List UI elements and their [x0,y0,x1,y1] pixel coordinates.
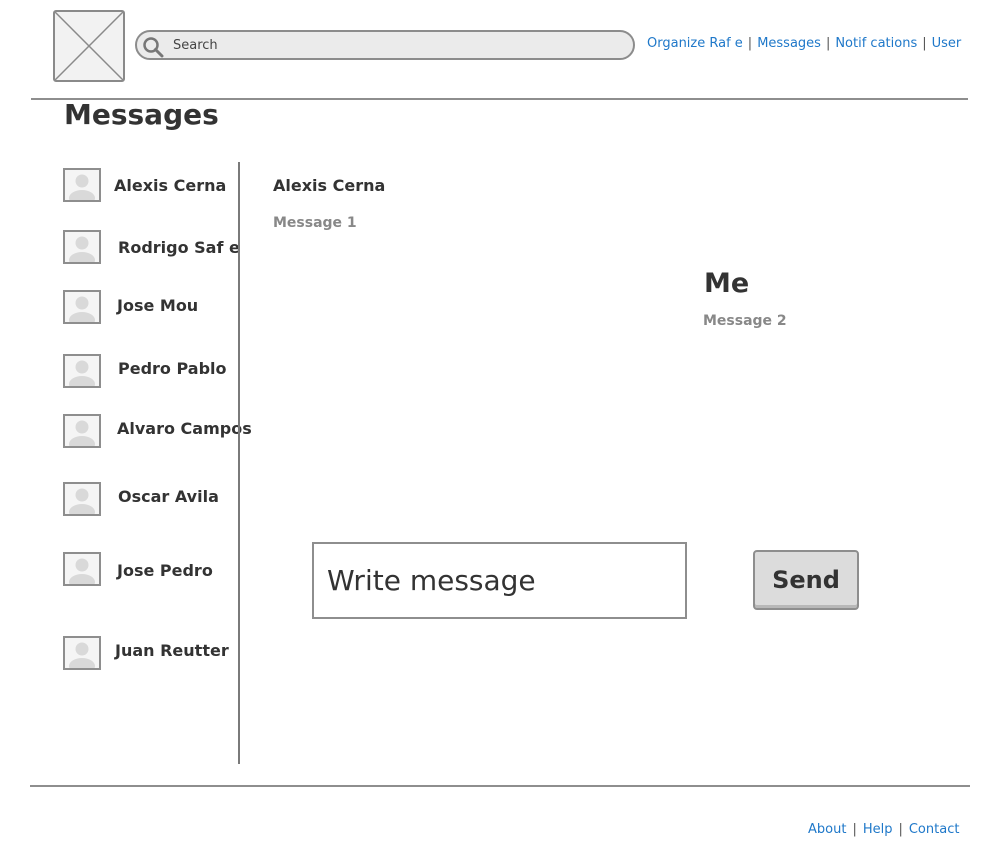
avatar [63,230,101,264]
user-icon [69,174,95,200]
user-icon [69,642,95,668]
image-placeholder-icon [55,12,123,80]
user-icon [69,420,95,446]
outgoing-message: Message 2 [703,313,787,329]
nav-link-notifications[interactable]: Notif cations [835,36,917,51]
footer-link-help[interactable]: Help [863,822,893,837]
nav-separator: | [825,36,831,51]
sidebar-divider [238,162,240,764]
footer-link-about[interactable]: About [808,822,846,837]
footer-separator: | [852,822,857,837]
contact-name: Jose Pedro [117,561,213,580]
search-input[interactable] [173,34,613,56]
nav-separator: | [922,36,927,51]
user-icon [69,236,95,262]
contact-name: Oscar Avila [118,487,219,506]
me-label: Me [704,268,750,299]
search-icon [143,37,164,58]
avatar [63,552,101,586]
avatar [63,482,101,516]
footer-link-contact[interactable]: Contact [909,822,960,837]
search-bar[interactable] [135,30,635,60]
nav-link-user[interactable]: User [932,36,962,51]
message-input[interactable] [327,560,667,600]
contact-name: Alexis Cerna [114,176,227,195]
conversation-contact-name: Alexis Cerna [273,176,386,195]
nav-link-organize[interactable]: Organize Raf e [647,36,743,51]
avatar [63,414,101,448]
contact-name: Pedro Pablo [118,359,227,378]
footer-nav: About | Help | Contact [808,822,959,837]
send-button[interactable]: Send [753,550,859,610]
footer-divider [30,785,970,787]
user-icon [69,488,95,514]
avatar [63,636,101,670]
contact-name: Jose Mou [117,296,199,315]
footer-separator: | [898,822,903,837]
user-icon [69,360,95,386]
top-nav: Organize Raf e | Messages | Notif cations | Us… [647,36,961,56]
incoming-message: Message 1 [273,215,357,231]
contact-name: Juan Reutter [115,641,229,660]
nav-separator: | [747,36,753,51]
logo-placeholder[interactable] [53,10,125,82]
avatar [63,290,101,324]
page-title: Messages [64,98,219,131]
contact-name: Alvaro Campos [117,419,252,438]
nav-link-messages[interactable]: Messages [757,36,821,51]
contact-name: Rodrigo Saf e [118,238,240,257]
user-icon [69,558,95,584]
avatar [63,354,101,388]
compose-box[interactable] [312,542,687,619]
avatar [63,168,101,202]
user-icon [69,296,95,322]
